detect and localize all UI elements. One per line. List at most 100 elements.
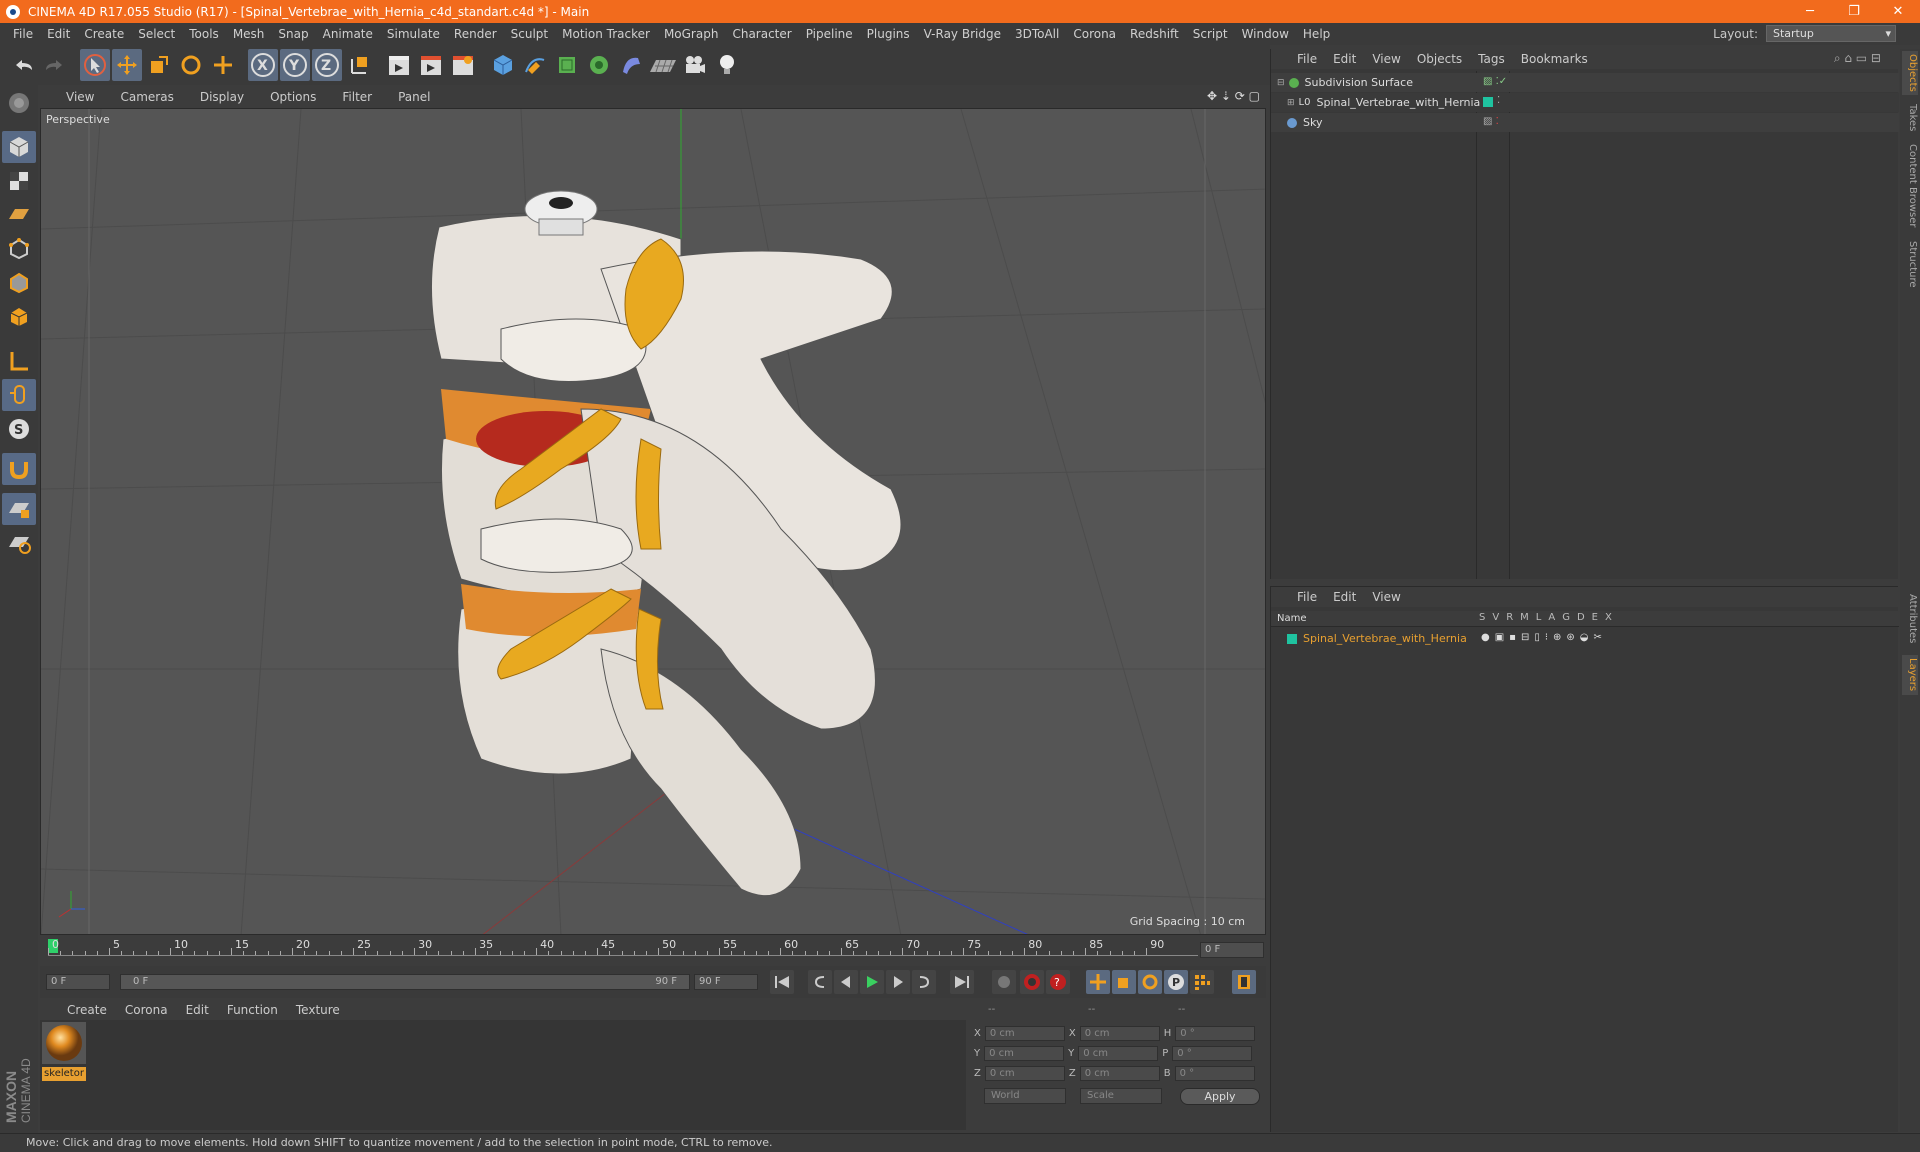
magnet-icon[interactable] — [2, 453, 36, 485]
model-mode-icon[interactable] — [2, 131, 36, 163]
axis-mode-icon[interactable] — [2, 345, 36, 377]
go-to-start-icon[interactable] — [770, 970, 794, 994]
material-menu-function[interactable]: Function — [218, 1003, 287, 1017]
object-manager-tools-icon[interactable]: ⌕ ⌂ ▭ ⊟ — [1826, 51, 1889, 66]
z-axis-icon[interactable]: Z — [312, 49, 342, 81]
rotation-p-field[interactable]: 0 ° — [1172, 1046, 1253, 1061]
object-menu-view[interactable]: View — [1364, 52, 1408, 66]
layer-color-swatch[interactable] — [1287, 633, 1297, 644]
3d-viewport[interactable]: Perspective Grid Spacing : 10 cm — [40, 108, 1266, 935]
autokey-icon[interactable] — [1020, 970, 1044, 994]
viewport-menu-cameras[interactable]: Cameras — [104, 90, 183, 104]
record-keys-icon[interactable] — [992, 970, 1016, 994]
layer-row[interactable]: Spinal_Vertebrae_with_Hernia ●▣▪⊟▯⁝⊕⊛◒✂ — [1271, 629, 1899, 648]
size-x-field[interactable]: 0 cm — [1079, 1026, 1160, 1041]
object-row[interactable]: ⊞ L0 Spinal_Vertebrae_with_Hernia ⁚ — [1271, 93, 1899, 112]
render-view-icon[interactable] — [384, 49, 414, 81]
object-menu-objects[interactable]: Objects — [1409, 52, 1470, 66]
menu-create[interactable]: Create — [77, 27, 131, 41]
menu-script[interactable]: Script — [1186, 27, 1235, 41]
tab-structure[interactable]: Structure — [1902, 237, 1918, 291]
cube-icon[interactable] — [488, 49, 518, 81]
tab-objects[interactable]: Objects — [1902, 51, 1918, 95]
live-selection-icon[interactable] — [80, 49, 110, 81]
current-frame-field[interactable]: 0 F — [1200, 942, 1264, 958]
render-picture-viewer-icon[interactable] — [416, 49, 446, 81]
layer-menu-edit[interactable]: Edit — [1325, 590, 1364, 604]
workplane-snap-icon[interactable] — [2, 527, 36, 559]
rotation-h-field[interactable]: 0 ° — [1175, 1026, 1256, 1041]
close-button[interactable]: ✕ — [1876, 0, 1920, 23]
rotate-icon[interactable] — [176, 49, 206, 81]
layer-column-header[interactable]: V — [1492, 612, 1499, 623]
viewport-nav-icons[interactable]: ✥ ⇣ ⟳ ▢ — [1207, 89, 1260, 103]
light-icon[interactable] — [712, 49, 742, 81]
menu-motion-tracker[interactable]: Motion Tracker — [555, 27, 657, 41]
prev-frame-icon[interactable] — [834, 970, 858, 994]
menu-plugins[interactable]: Plugins — [860, 27, 917, 41]
layer-menu-view[interactable]: View — [1364, 590, 1408, 604]
next-frame-icon[interactable] — [886, 970, 910, 994]
position-y-field[interactable]: 0 cm — [984, 1046, 1065, 1061]
pen-spline-icon[interactable] — [520, 49, 550, 81]
menu-render[interactable]: Render — [447, 27, 504, 41]
menu-corona[interactable]: Corona — [1066, 27, 1123, 41]
points-mode-icon[interactable] — [2, 233, 36, 265]
key-scale-icon[interactable] — [1112, 970, 1136, 994]
size-mode-select[interactable]: Scale — [1080, 1088, 1162, 1104]
snap-icon[interactable]: S — [2, 413, 36, 445]
object-row[interactable]: ⊟ Subdivision Surface ▨ ⁚✓ — [1271, 73, 1899, 92]
y-axis-icon[interactable]: Y — [280, 49, 310, 81]
camera-icon[interactable] — [680, 49, 710, 81]
size-z-field[interactable]: 0 cm — [1079, 1066, 1160, 1081]
visibility-checks-icon[interactable]: ▨ ⁚✓ — [1483, 76, 1507, 87]
transform-icon[interactable] — [208, 49, 238, 81]
workplane-mode-icon[interactable] — [2, 199, 36, 231]
menu-sculpt[interactable]: Sculpt — [504, 27, 555, 41]
menu-3dtoall[interactable]: 3DToAll — [1008, 27, 1066, 41]
menu-animate[interactable]: Animate — [316, 27, 380, 41]
polygons-mode-icon[interactable] — [2, 301, 36, 333]
menu-simulate[interactable]: Simulate — [380, 27, 447, 41]
lock-workplane-icon[interactable] — [2, 493, 36, 525]
next-key-icon[interactable] — [912, 970, 936, 994]
viewport-menu-view[interactable]: View — [50, 90, 104, 104]
layer-column-header[interactable]: M — [1520, 612, 1529, 623]
keyframe-selection-icon[interactable]: ? — [1046, 970, 1070, 994]
coordinate-mode-select[interactable]: World — [984, 1088, 1066, 1104]
material-menu-texture[interactable]: Texture — [287, 1003, 349, 1017]
coordinate-system-icon[interactable] — [344, 49, 374, 81]
key-parameter-icon[interactable]: P — [1164, 970, 1188, 994]
play-icon[interactable] — [860, 970, 884, 994]
visibility-checks-icon[interactable]: ▨ ⁚ — [1483, 116, 1499, 127]
key-pla-icon[interactable] — [1190, 970, 1214, 994]
layer-column-header[interactable]: R — [1506, 612, 1513, 623]
layout-select[interactable]: Startup — [1766, 25, 1896, 42]
layer-color-tag[interactable] — [1483, 97, 1493, 107]
render-settings-icon[interactable] — [448, 49, 478, 81]
redo-icon[interactable] — [40, 49, 70, 81]
key-position-icon[interactable] — [1086, 970, 1110, 994]
timeline[interactable]: 0 5 10 15 20 25 30 35 40 45 50 55 60 65 70 75 80 85 90 0 F — [40, 937, 1266, 963]
timeline-window-icon[interactable] — [1232, 970, 1256, 994]
maximize-button[interactable]: ❐ — [1832, 0, 1876, 23]
material-swatch[interactable]: skeletor — [42, 1022, 86, 1081]
end-frame-field[interactable]: 90 F — [694, 974, 758, 990]
tab-takes[interactable]: Takes — [1902, 101, 1918, 135]
x-axis-icon[interactable]: X — [248, 49, 278, 81]
go-to-end-icon[interactable] — [950, 970, 974, 994]
object-row[interactable]: Sky ▨ ⁚ — [1271, 113, 1899, 132]
cloner-icon[interactable] — [584, 49, 614, 81]
tab-layers[interactable]: Layers — [1902, 655, 1918, 695]
menu-window[interactable]: Window — [1235, 27, 1296, 41]
menu-tools[interactable]: Tools — [182, 27, 226, 41]
position-x-field[interactable]: 0 cm — [984, 1026, 1065, 1041]
start-frame-field[interactable]: 0 F — [46, 974, 110, 990]
layer-column-header[interactable]: E — [1592, 612, 1598, 623]
layer-column-header[interactable]: D — [1577, 612, 1585, 623]
make-editable-icon[interactable] — [2, 87, 36, 119]
menu-mograph[interactable]: MoGraph — [657, 27, 726, 41]
menu-help[interactable]: Help — [1296, 27, 1337, 41]
object-menu-tags[interactable]: Tags — [1470, 52, 1513, 66]
material-menu-create[interactable]: Create — [58, 1003, 116, 1017]
